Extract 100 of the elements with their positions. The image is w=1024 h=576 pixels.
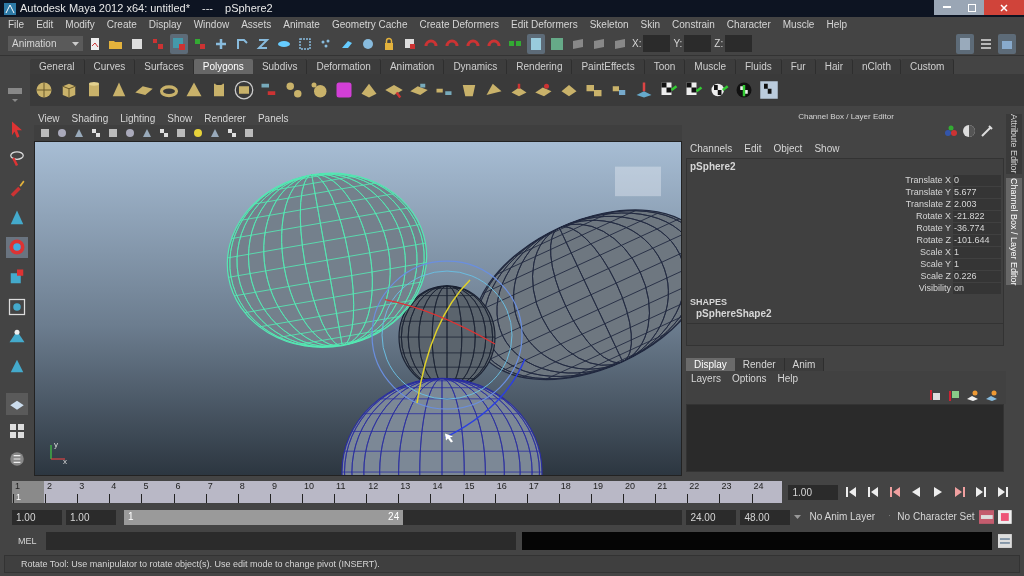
- coordinate-field[interactable]: [725, 35, 753, 52]
- attribute-value[interactable]: 0: [953, 174, 1001, 186]
- playback-start-field[interactable]: 1.00: [66, 509, 116, 525]
- channel-box-icon[interactable]: [998, 33, 1016, 54]
- menu-item[interactable]: Edit: [36, 19, 54, 30]
- shelf-tab[interactable]: Hair: [815, 59, 854, 74]
- shelf-tab[interactable]: Deformation: [307, 59, 381, 74]
- side-tab[interactable]: Attribute Editor: [1006, 114, 1022, 174]
- shelf-tab[interactable]: Muscle: [685, 59, 736, 74]
- channel-menu-item[interactable]: Show: [814, 144, 840, 154]
- shelf-tab[interactable]: Fluids: [736, 59, 782, 74]
- attribute-value[interactable]: on: [953, 282, 1001, 294]
- shelf-tab[interactable]: PaintEffects: [572, 59, 645, 74]
- layer-tab[interactable]: Render: [734, 358, 785, 371]
- attribute-value[interactable]: -36.774: [953, 222, 1001, 234]
- menu-item[interactable]: File: [8, 19, 25, 30]
- menu-item[interactable]: Geometry Cache: [331, 19, 408, 30]
- shelf-tab[interactable]: Animation: [380, 59, 445, 74]
- xyz-icon[interactable]: [944, 124, 958, 138]
- layer-menu-item[interactable]: Help: [777, 373, 799, 384]
- command-language[interactable]: MEL: [12, 536, 40, 546]
- shelf-tab[interactable]: Polygons: [193, 59, 253, 74]
- menu-item[interactable]: Help: [826, 19, 847, 30]
- move-layer-up-icon[interactable]: [928, 388, 941, 402]
- menu-item[interactable]: Create: [106, 19, 137, 30]
- panel-menu-item[interactable]: Panels: [257, 113, 289, 124]
- coordinate-field[interactable]: [643, 35, 671, 52]
- menu-item[interactable]: Skin: [640, 19, 661, 30]
- menu-item[interactable]: Create Deformers: [419, 19, 499, 30]
- menu-item[interactable]: Constrain: [672, 19, 715, 30]
- layer-tab[interactable]: Anim: [784, 358, 825, 371]
- move-layer-down-icon[interactable]: [947, 388, 960, 402]
- layer-menu-item[interactable]: Options: [732, 373, 767, 384]
- attribute-editor-icon[interactable]: [956, 33, 974, 54]
- new-layer-selected-icon[interactable]: [985, 388, 998, 402]
- start-time-field[interactable]: 1.00: [12, 509, 62, 525]
- shelf-tab[interactable]: Custom: [900, 59, 955, 74]
- attribute-value[interactable]: -101.644: [953, 234, 1001, 246]
- panel-menu-item[interactable]: Show: [167, 113, 193, 124]
- menu-item[interactable]: Assets: [241, 19, 272, 30]
- object-name[interactable]: pSphere2: [687, 162, 1003, 172]
- attribute-value[interactable]: -21.822: [953, 210, 1001, 222]
- menu-item[interactable]: Character: [726, 19, 771, 30]
- auto-key-icon[interactable]: [978, 510, 995, 524]
- panel-menu-item[interactable]: Lighting: [120, 113, 156, 124]
- command-input[interactable]: [45, 532, 516, 550]
- panel-menu-item[interactable]: Renderer: [204, 113, 246, 124]
- close-button[interactable]: [984, 0, 1024, 15]
- shelf-tab[interactable]: Dynamics: [444, 59, 508, 74]
- layer-tab[interactable]: Display: [686, 358, 735, 371]
- channel-menu-item[interactable]: Object: [773, 144, 803, 154]
- viewport[interactable]: y x: [34, 141, 682, 476]
- shelf-tab[interactable]: Fur: [781, 59, 816, 74]
- shelf-tab[interactable]: nCloth: [853, 59, 901, 74]
- menu-item[interactable]: Display: [148, 19, 182, 30]
- shelf-tab[interactable]: Subdivs: [252, 59, 308, 74]
- panel-menu-item[interactable]: View: [38, 113, 60, 124]
- preferences-icon[interactable]: [998, 510, 1012, 524]
- menu-item[interactable]: Edit Deformers: [510, 19, 578, 30]
- shelf-tab[interactable]: Rendering: [507, 59, 573, 74]
- attribute-value[interactable]: 1: [953, 246, 1001, 258]
- current-time-field[interactable]: 1.00: [788, 484, 839, 500]
- construction-history-icon[interactable]: [527, 33, 545, 54]
- coordinate-field[interactable]: [684, 35, 712, 52]
- half-circle-icon[interactable]: [962, 124, 976, 138]
- attribute-value[interactable]: 2.003: [953, 198, 1001, 210]
- menu-item[interactable]: Skeleton: [589, 19, 629, 30]
- shape-name[interactable]: pSphereShape2: [687, 309, 1003, 324]
- channel-menu-item[interactable]: Edit: [744, 144, 762, 154]
- channel-menu-item[interactable]: Channels: [690, 144, 733, 154]
- playback-end-field[interactable]: 24.00: [686, 509, 737, 525]
- shelf-menu-icon[interactable]: [8, 88, 22, 104]
- shadows-icon[interactable]: [191, 126, 205, 140]
- object-select-icon[interactable]: [170, 33, 188, 54]
- rotate-icon[interactable]: [6, 236, 28, 259]
- attribute-value[interactable]: 0.226: [953, 270, 1001, 282]
- menu-item[interactable]: Modify: [65, 19, 95, 30]
- frame-number: 13: [399, 481, 412, 491]
- shelf-tab[interactable]: General: [30, 59, 85, 74]
- layer-menu-item[interactable]: Layers: [691, 373, 721, 384]
- new-layer-icon[interactable]: [966, 388, 979, 402]
- layout-icon[interactable]: [6, 392, 28, 415]
- uv-editor-icon[interactable]: [759, 79, 779, 101]
- menu-item[interactable]: Window: [193, 19, 230, 30]
- shelf-tab[interactable]: Surfaces: [135, 59, 194, 74]
- anim-layer-dropdown[interactable]: No Anim Layer: [794, 512, 885, 522]
- pin-icon[interactable]: [980, 124, 994, 138]
- end-time-field[interactable]: 48.00: [740, 509, 791, 525]
- shelf-tab[interactable]: Curves: [84, 59, 136, 74]
- side-tab[interactable]: Channel Box / Layer Editor: [1006, 177, 1022, 286]
- character-set-dropdown[interactable]: No Character Set: [888, 512, 975, 522]
- menu-item[interactable]: Animate: [283, 19, 320, 30]
- frame-number: 7: [206, 481, 214, 491]
- time-slider[interactable]: 1 1 2 3 4 5 6 7 8 9 10 11 12 13 14 15 16 17 18 19 20 21 22 23 24: [12, 481, 783, 503]
- mode-dropdown[interactable]: Animation: [8, 36, 83, 51]
- panel-menu-item[interactable]: Shading: [71, 113, 109, 124]
- attribute-value[interactable]: 5.677: [953, 186, 1001, 198]
- shelf-tab[interactable]: Toon: [644, 59, 686, 74]
- attribute-value[interactable]: 1: [953, 258, 1001, 270]
- menu-item[interactable]: Muscle: [782, 19, 815, 30]
